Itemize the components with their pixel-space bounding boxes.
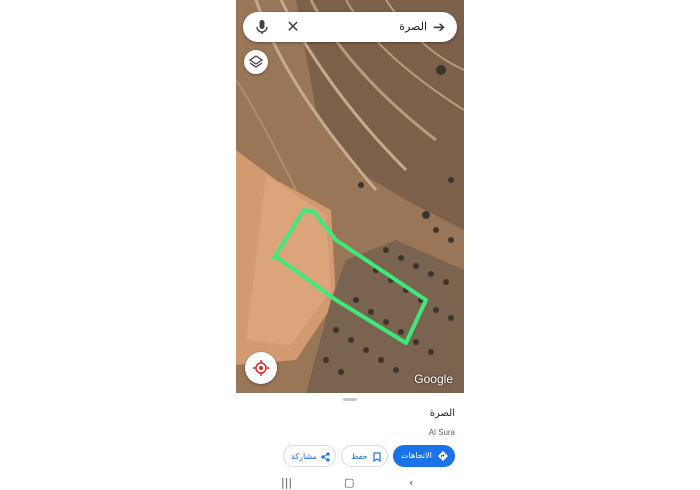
microphone-icon[interactable] (253, 18, 271, 36)
layers-button[interactable] (244, 50, 268, 74)
satellite-map[interactable]: ✕ الصرة ➔ Google (236, 0, 464, 393)
close-icon[interactable]: ✕ (283, 17, 303, 37)
share-button[interactable]: مشاركة (283, 445, 336, 467)
search-query[interactable]: الصرة (399, 20, 427, 33)
my-location-button[interactable] (245, 352, 277, 384)
layers-icon (249, 55, 263, 68)
google-logo: Google (414, 372, 453, 386)
satellite-imagery (236, 0, 464, 393)
phone-screen: ✕ الصرة ➔ Google الصرة Al Sura مشاركة حف… (236, 0, 464, 490)
home-icon[interactable]: ▢ (344, 476, 354, 490)
directions-button[interactable]: الاتجاهات (393, 445, 455, 467)
recents-icon[interactable]: ||| (281, 476, 292, 490)
system-navbar: ||| ▢ ‹ (236, 476, 464, 490)
share-label: مشاركة (291, 452, 317, 461)
directions-icon (438, 451, 448, 461)
my-location-icon (253, 360, 269, 376)
place-title: الصرة (429, 408, 455, 419)
arrow-back-icon[interactable]: ➔ (429, 17, 449, 37)
place-subtitle: Al Sura (428, 428, 455, 437)
back-chevron-icon[interactable]: ‹ (409, 476, 413, 490)
search-bar[interactable]: ✕ الصرة ➔ (243, 12, 457, 42)
sheet-drag-handle[interactable] (343, 398, 357, 401)
share-icon (321, 452, 330, 462)
action-buttons: مشاركة حفظ الاتجاهات (236, 445, 464, 469)
directions-label: الاتجاهات (401, 451, 432, 460)
save-label: حفظ (351, 452, 368, 461)
bookmark-icon (373, 452, 381, 462)
save-button[interactable]: حفظ (341, 445, 388, 467)
